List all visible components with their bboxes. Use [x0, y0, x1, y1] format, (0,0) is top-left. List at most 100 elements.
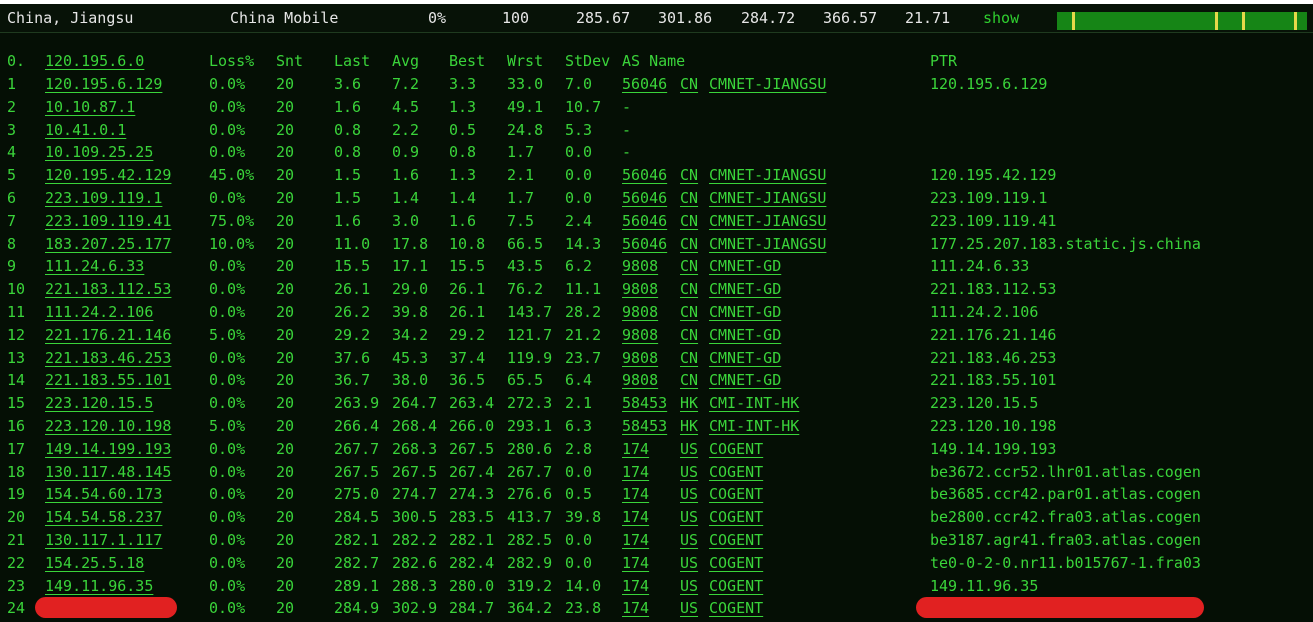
cell-asname: COGENT	[709, 440, 764, 458]
cell-asname: CMNET-GD	[709, 349, 782, 367]
cell-last: 275.0	[334, 485, 380, 503]
cell-best: 1.6	[449, 212, 477, 230]
cell-asn[interactable]: 56046	[622, 166, 667, 184]
cell-wrst: 1.7	[507, 189, 535, 207]
summary-bar: China, Jiangsu China Mobile 0% 100 285.6…	[0, 4, 1313, 33]
cell-asn[interactable]: 174	[622, 508, 649, 526]
cell-host[interactable]: 130.117.48.145	[45, 463, 171, 481]
cell-host[interactable]: 221.183.55.101	[45, 371, 171, 389]
cell-asname: CMNET-GD	[709, 280, 782, 298]
cell-asn[interactable]: 174	[622, 531, 649, 549]
cell-asn[interactable]: 9808	[622, 349, 658, 367]
cell-host[interactable]: 154.54.60.173	[45, 485, 162, 503]
cell-asn[interactable]: 174	[622, 463, 649, 481]
cell-asname: CMNET-GD	[709, 257, 782, 275]
cell-last: 284.9	[334, 599, 380, 617]
cell-snt: 20	[276, 166, 295, 184]
cell-best: 1.4	[449, 189, 477, 207]
show-link[interactable]: show	[983, 9, 1019, 27]
cell-asn[interactable]: 9808	[622, 280, 658, 298]
cell-stdev: 2.1	[565, 394, 593, 412]
cell-avg: 1.6	[392, 166, 420, 184]
cell-stdev: 11.1	[565, 280, 602, 298]
cell-last: 267.7	[334, 440, 380, 458]
cell-stdev: 0.0	[565, 463, 593, 481]
cell-asn[interactable]: 58453	[622, 417, 667, 435]
cell-cc: CN	[680, 303, 699, 321]
cell-idx: 23	[7, 577, 26, 595]
cell-asn[interactable]: 174	[622, 599, 649, 617]
cell-idx: 12	[7, 326, 26, 344]
cell-wrst: 66.5	[507, 235, 544, 253]
cell-wrst: 1.7	[507, 143, 535, 161]
cell-asname: COGENT	[709, 531, 764, 549]
cell-asn[interactable]: 174	[622, 440, 649, 458]
header-host[interactable]: 120.195.6.0	[45, 52, 144, 70]
cell-asn[interactable]: 9808	[622, 371, 658, 389]
cell-stdev: 0.0	[565, 554, 593, 572]
cell-asn[interactable]: 174	[622, 577, 649, 595]
cell-snt: 20	[276, 98, 295, 116]
cell-host[interactable]: 154.54.58.237	[45, 508, 162, 526]
cell-host[interactable]: 149.11.96.35	[45, 577, 153, 595]
cell-wrst: 24.8	[507, 121, 544, 139]
cell-host[interactable]: 111.24.6.33	[45, 257, 144, 275]
cell-host[interactable]: 221.183.112.53	[45, 280, 171, 298]
cell-asn[interactable]: 9808	[622, 326, 658, 344]
cell-asn[interactable]: 174	[622, 485, 649, 503]
cell-last: 29.2	[334, 326, 371, 344]
cell-host[interactable]: 149.14.199.193	[45, 440, 171, 458]
cell-asn: -	[622, 143, 632, 161]
cell-best: 267.5	[449, 440, 495, 458]
cell-loss: 0.0%	[209, 440, 246, 458]
cell-host[interactable]: 223.120.10.198	[45, 417, 171, 435]
cell-idx: 11	[7, 303, 26, 321]
cell-asn[interactable]: 56046	[622, 189, 667, 207]
cell-host[interactable]: 154.25.5.18	[45, 554, 144, 572]
cell-host[interactable]: 223.120.15.5	[45, 394, 153, 412]
cell-avg: 29.0	[392, 280, 429, 298]
cell-host[interactable]: 221.183.46.253	[45, 349, 171, 367]
cell-host[interactable]: 120.195.42.129	[45, 166, 171, 184]
cell-asn[interactable]: 58453	[622, 394, 667, 412]
cell-asname: COGENT	[709, 508, 764, 526]
cell-asn[interactable]: 9808	[622, 303, 658, 321]
cell-idx: 19	[7, 485, 26, 503]
cell-best: 37.4	[449, 349, 486, 367]
cell-cc: US	[680, 508, 699, 526]
cell-asn[interactable]: 56046	[622, 235, 667, 253]
cell-avg: 17.8	[392, 235, 429, 253]
cell-idx: 15	[7, 394, 26, 412]
cell-host[interactable]: 223.109.119.41	[45, 212, 171, 230]
cell-best: 26.1	[449, 280, 486, 298]
cell-idx: 24	[7, 599, 26, 617]
cell-cc: US	[680, 440, 699, 458]
cell-stdev: 10.7	[565, 98, 602, 116]
cell-host[interactable]: 183.207.25.177	[45, 235, 171, 253]
cell-best: 1.3	[449, 98, 477, 116]
summary-last: 285.67	[576, 9, 631, 27]
cell-snt: 20	[276, 326, 295, 344]
cell-host[interactable]: 111.24.2.106	[45, 303, 153, 321]
cell-host[interactable]: 10.41.0.1	[45, 121, 126, 139]
cell-idx: 1	[7, 75, 17, 93]
cell-loss: 5.0%	[209, 326, 246, 344]
header-as-name: AS Name	[622, 52, 686, 70]
cell-host[interactable]: 223.109.119.1	[45, 189, 162, 207]
cell-wrst: 413.7	[507, 508, 553, 526]
cell-host[interactable]: 130.117.1.117	[45, 531, 162, 549]
cell-asn[interactable]: 56046	[622, 75, 667, 93]
cell-stdev: 5.3	[565, 121, 593, 139]
cell-asn[interactable]: 56046	[622, 212, 667, 230]
cell-best: 283.5	[449, 508, 495, 526]
cell-asn[interactable]: 9808	[622, 257, 658, 275]
cell-cc: US	[680, 531, 699, 549]
cell-host[interactable]: 120.195.6.129	[45, 75, 162, 93]
cell-loss: 0.0%	[209, 577, 246, 595]
cell-host[interactable]: 221.176.21.146	[45, 326, 171, 344]
cell-asn[interactable]: 174	[622, 554, 649, 572]
cell-host[interactable]: 10.10.87.1	[45, 98, 135, 116]
cell-wrst: 319.2	[507, 577, 553, 595]
cell-host[interactable]: 10.109.25.25	[45, 143, 153, 161]
cell-cc: CN	[680, 371, 699, 389]
